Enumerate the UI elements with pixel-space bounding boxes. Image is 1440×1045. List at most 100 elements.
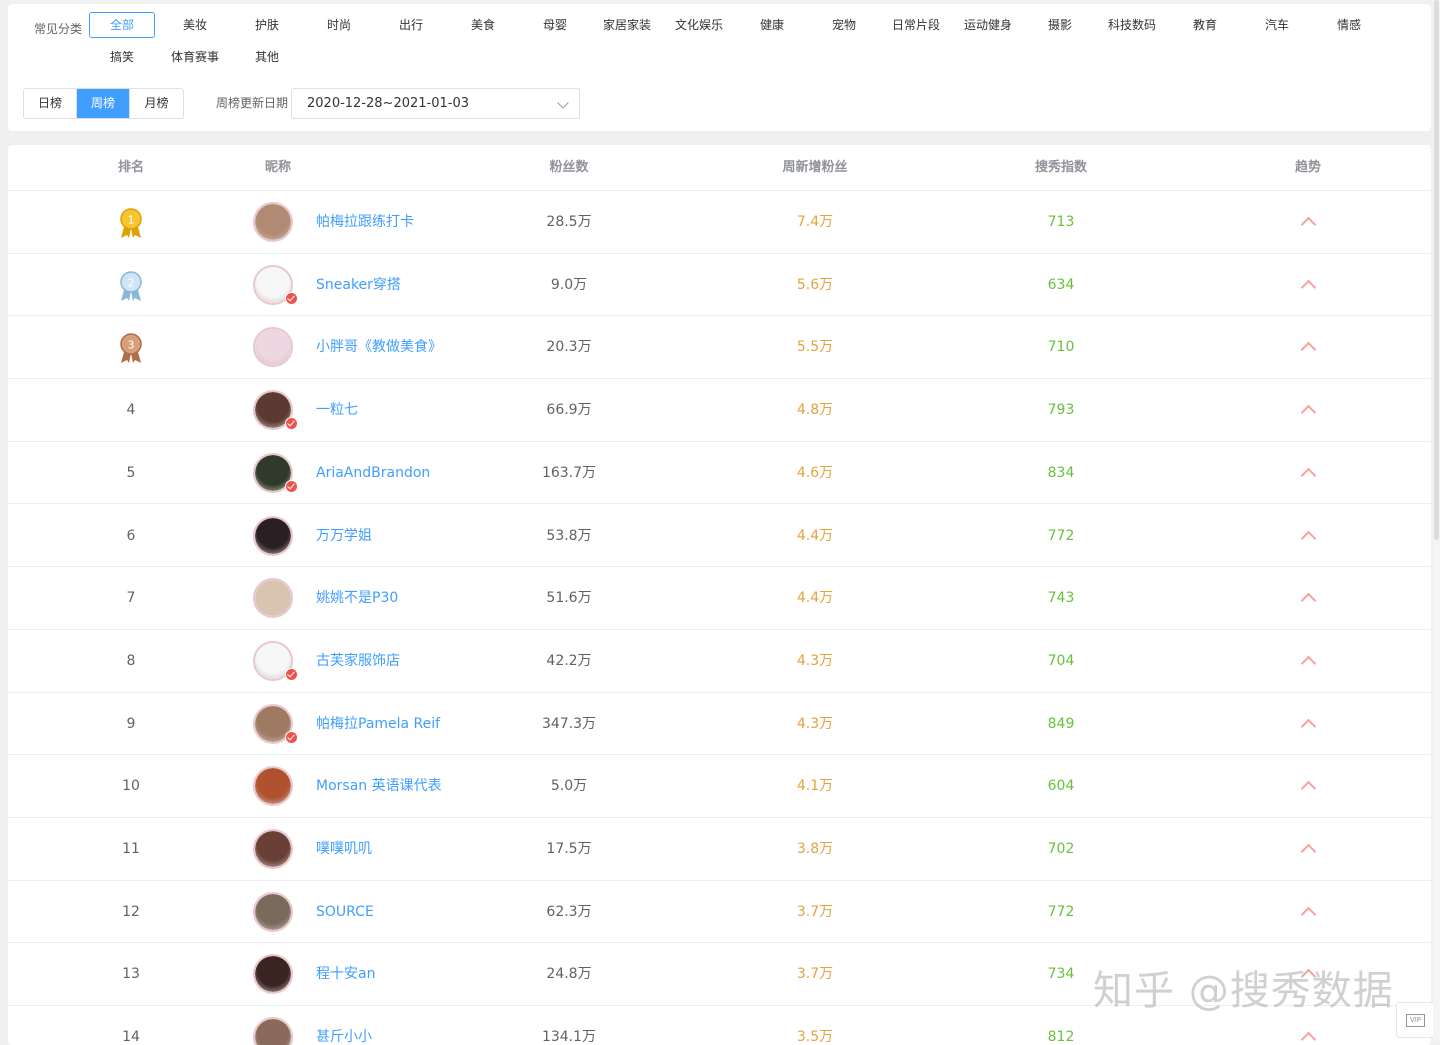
nickname-link[interactable]: 姚姚不是P30: [316, 567, 398, 629]
trend-up-icon: [1300, 404, 1316, 421]
category-item[interactable]: 家居家装: [594, 12, 660, 38]
category-item[interactable]: 其他: [234, 44, 300, 70]
index-value: 793: [1047, 402, 1075, 419]
category-item[interactable]: 体育赛事: [162, 44, 228, 70]
ranking-table: 排名 昵称 粉丝数 周新增粉丝 搜秀指数 趋势 1 帕梅拉跟练打卡 28.5万 7.4…: [8, 145, 1431, 1045]
weekly-gain: 3.5万: [796, 1029, 834, 1045]
trend-up-icon: [1300, 906, 1316, 922]
nickname-link[interactable]: SOURCE: [316, 881, 374, 943]
category-item[interactable]: 运动健身: [955, 12, 1021, 38]
range-weekly-button[interactable]: 周榜: [77, 89, 130, 118]
header-fans: 粉丝数: [549, 160, 589, 175]
nickname-link[interactable]: 一粒七: [316, 379, 358, 441]
index-value: 772: [1047, 903, 1075, 920]
avatar[interactable]: [253, 829, 293, 869]
rank-number: 9: [126, 715, 136, 732]
weekly-gain: 3.7万: [796, 966, 834, 983]
nickname-link[interactable]: Sneaker穿搭: [316, 254, 401, 316]
category-item[interactable]: 科技数码: [1099, 12, 1165, 38]
table-row[interactable]: 7 姚姚不是P30 51.6万 4.4万 743: [8, 567, 1431, 630]
trend-cell: [1258, 755, 1358, 817]
trend-up-icon: [1300, 843, 1316, 860]
category-item[interactable]: 搞笑: [89, 44, 155, 70]
trend-up-icon: [1300, 530, 1316, 546]
table-row[interactable]: 10 Morsan 英语课代表 5.0万 4.1万 604: [8, 755, 1431, 818]
table-row[interactable]: 5 AriaAndBrandon 163.7万 4.6万 834: [8, 442, 1431, 505]
category-item[interactable]: 宠物: [811, 12, 877, 38]
nickname-link[interactable]: 万万学姐: [316, 505, 372, 567]
category-item[interactable]: 出行: [378, 12, 444, 38]
scrollbar-thumb[interactable]: [1434, 0, 1439, 540]
table-row[interactable]: 1 帕梅拉跟练打卡 28.5万 7.4万 713: [8, 191, 1431, 254]
index-value: 710: [1047, 339, 1075, 356]
table-row[interactable]: 6 万万学姐 53.8万 4.4万 772: [8, 505, 1431, 568]
verified-badge-icon: [285, 417, 298, 431]
category-item[interactable]: 全部: [89, 12, 155, 38]
table-row[interactable]: 12 SOURCE 62.3万 3.7万 772: [8, 881, 1431, 944]
trend-cell: [1258, 505, 1358, 567]
category-item[interactable]: 日常片段: [883, 12, 949, 38]
date-label: 周榜更新日期: [216, 96, 289, 110]
category-item[interactable]: 文化娱乐: [666, 12, 732, 38]
category-item[interactable]: 汽车: [1244, 12, 1310, 38]
avatar[interactable]: [253, 891, 293, 932]
table-header: 排名 昵称 粉丝数 周新增粉丝 搜秀指数 趋势: [8, 145, 1431, 191]
avatar[interactable]: [253, 578, 293, 619]
category-item[interactable]: 护肤: [234, 12, 300, 38]
range-toggle: 日榜 周榜 月榜: [23, 88, 184, 119]
avatar[interactable]: [253, 327, 293, 368]
table-row[interactable]: 4 一粒七 66.9万 4.8万 793: [8, 379, 1431, 442]
trend-up-icon: [1300, 655, 1316, 672]
category-item[interactable]: 情感: [1316, 12, 1382, 38]
avatar[interactable]: [253, 766, 293, 807]
table-row[interactable]: 2 Sneaker穿搭 9.0万 5.6万 634: [8, 254, 1431, 317]
table-row[interactable]: 3 小胖哥《教做美食》 20.3万 5.5万 710: [8, 316, 1431, 380]
chevron-down-icon: [557, 97, 569, 109]
table-row[interactable]: 8 古芙家服饰店 42.2万 4.3万 704: [8, 630, 1431, 693]
vip-button[interactable]: VIP: [1396, 1002, 1436, 1038]
rank-number: 14: [122, 1029, 140, 1045]
trend-up-icon: [1300, 781, 1316, 797]
avatar[interactable]: [253, 515, 293, 556]
nickname-link[interactable]: AriaAndBrandon: [316, 442, 430, 504]
range-daily-button[interactable]: 日榜: [24, 89, 77, 118]
nickname-link[interactable]: 帕梅拉Pamela Reif: [316, 693, 440, 755]
index-value: 772: [1047, 527, 1075, 544]
nickname-link[interactable]: Morsan 英语课代表: [316, 755, 442, 817]
category-item[interactable]: 健康: [739, 12, 805, 38]
silver-medal-icon: 2: [117, 270, 145, 302]
avatar[interactable]: [253, 202, 293, 242]
nickname-link[interactable]: 噗噗叽叽: [316, 818, 372, 880]
category-item[interactable]: 摄影: [1027, 12, 1093, 38]
nickname-link[interactable]: 古芙家服饰店: [316, 630, 400, 692]
nickname-link[interactable]: 甚斤小小: [316, 1006, 372, 1045]
table-row[interactable]: 9 帕梅拉Pamela Reif 347.3万 4.3万 849: [8, 693, 1431, 756]
verified-badge-icon: [285, 291, 298, 305]
verified-badge-icon: [285, 479, 298, 493]
header-nickname: 昵称: [264, 160, 291, 175]
trend-cell: [1258, 818, 1358, 880]
range-monthly-button[interactable]: 月榜: [130, 89, 183, 118]
index-value: 849: [1047, 715, 1075, 732]
nickname-link[interactable]: 帕梅拉跟练打卡: [316, 191, 414, 253]
trend-cell: [1258, 442, 1358, 504]
weekly-gain: 7.4万: [796, 214, 834, 230]
nickname-link[interactable]: 程十安an: [316, 943, 375, 1005]
category-item[interactable]: 美妆: [162, 12, 228, 38]
category-item[interactable]: 教育: [1172, 12, 1238, 38]
table-row[interactable]: 11 噗噗叽叽 17.5万 3.8万 702: [8, 818, 1431, 881]
rank-number: 11: [122, 841, 140, 857]
date-select[interactable]: 2020-12-28~2021-01-03: [291, 88, 580, 119]
category-item[interactable]: 母婴: [522, 12, 588, 38]
fans-count: 51.6万: [546, 590, 592, 607]
avatar[interactable]: [253, 954, 293, 995]
weekly-gain: 4.6万: [796, 464, 834, 481]
category-item[interactable]: 美食: [450, 12, 516, 38]
trend-up-icon: [1300, 718, 1316, 734]
fans-count: 347.3万: [541, 715, 597, 732]
fans-count: 9.0万: [550, 276, 588, 293]
weekly-gain: 4.8万: [796, 402, 834, 419]
index-value: 702: [1047, 841, 1075, 857]
category-item[interactable]: 时尚: [306, 12, 372, 38]
nickname-link[interactable]: 小胖哥《教做美食》: [316, 316, 442, 378]
